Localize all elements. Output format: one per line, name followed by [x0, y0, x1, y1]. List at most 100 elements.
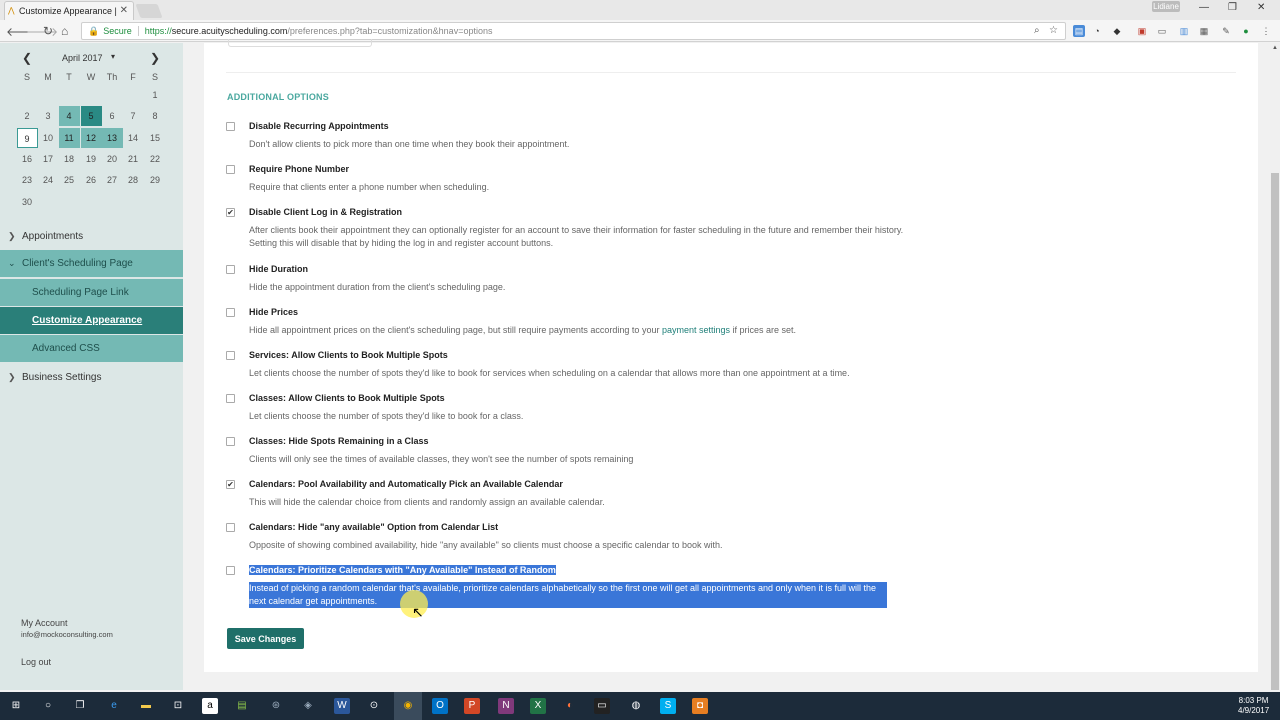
network-app-icon[interactable]: ⊛ — [268, 698, 284, 714]
calendar-day[interactable]: 10 — [38, 128, 59, 148]
calendar-day[interactable]: 25 — [59, 170, 80, 190]
calendar-day[interactable]: 16 — [17, 149, 38, 169]
zoom-icon[interactable]: ⌕ — [1034, 25, 1040, 36]
calendar-day[interactable]: 8 — [145, 106, 166, 126]
next-month-icon[interactable]: ❯ — [150, 51, 160, 65]
calendar-day[interactable]: 15 — [145, 128, 166, 148]
task-view-icon[interactable]: ❐ — [72, 698, 88, 714]
app-icon[interactable]: ◍ — [628, 698, 644, 714]
store-icon[interactable]: ⊡ — [170, 698, 186, 714]
option-checkbox[interactable] — [226, 523, 235, 532]
pen-extension-icon[interactable]: ✎ — [1220, 25, 1232, 37]
cast-icon[interactable]: ▭ — [1156, 25, 1168, 37]
calendar-day[interactable]: 21 — [123, 149, 144, 169]
calendar-day[interactable]: 23 — [17, 170, 38, 190]
search-icon[interactable]: ○ — [40, 698, 56, 714]
option-checkbox[interactable] — [226, 308, 235, 317]
option-checkbox[interactable] — [226, 351, 235, 360]
skype-icon[interactable]: S — [660, 698, 676, 714]
calendar-day[interactable]: 18 — [59, 149, 80, 169]
calendar-day[interactable]: 29 — [145, 170, 166, 190]
calendar-day[interactable]: 26 — [81, 170, 102, 190]
new-tab-button[interactable] — [135, 4, 163, 18]
option-checkbox[interactable] — [226, 165, 235, 174]
tab-close-icon[interactable]: ✕ — [120, 5, 128, 16]
calendar-day[interactable]: 7 — [123, 106, 144, 126]
minimize-icon[interactable]: — — [1199, 2, 1209, 13]
excel-icon[interactable]: X — [530, 698, 546, 714]
calendar-day[interactable]: 19 — [81, 149, 102, 169]
save-changes-button[interactable]: Save Changes — [227, 628, 304, 649]
calendar-day[interactable]: 27 — [102, 170, 123, 190]
calendar-day[interactable]: 6 — [102, 106, 123, 126]
glasses-extension-icon[interactable]: ◔ — [1091, 25, 1103, 37]
onenote-icon[interactable]: N — [498, 698, 514, 714]
notepad-icon[interactable]: ▤ — [234, 698, 250, 714]
window-close-icon[interactable]: ✕ — [1257, 2, 1265, 13]
option-checkbox[interactable] — [226, 437, 235, 446]
app-icon[interactable]: ◈ — [300, 698, 316, 714]
option-checkbox[interactable] — [226, 265, 235, 274]
calendar-day[interactable]: 30 — [17, 192, 38, 212]
calendar-day[interactable]: 28 — [123, 170, 144, 190]
calendar-day[interactable]: 1 — [145, 85, 166, 105]
option-checkbox-checked[interactable]: ✔ — [226, 480, 235, 489]
prev-month-icon[interactable]: ❮ — [22, 51, 32, 65]
scroll-up-icon[interactable]: ▲ — [1272, 45, 1278, 51]
keepass-icon[interactable]: ⊙ — [366, 698, 382, 714]
reload-icon[interactable]: ↻ — [43, 24, 53, 38]
nav-business-settings[interactable]: ❯ Business Settings — [0, 364, 183, 390]
edge-icon[interactable]: e — [106, 698, 122, 714]
calendar-day[interactable]: 14 — [123, 128, 144, 148]
terminal-icon[interactable]: ▭ — [594, 698, 610, 714]
grammarly-extension-icon[interactable]: ● — [1240, 25, 1252, 37]
home-icon[interactable]: ⌂ — [61, 24, 68, 38]
my-account-link[interactable]: My Account — [21, 618, 68, 628]
evernote-extension-icon[interactable]: ◆ — [1111, 25, 1123, 37]
calendar-day[interactable]: 24 — [38, 170, 59, 190]
file-explorer-icon[interactable]: ▬ — [138, 698, 154, 714]
nav-customize-appearance[interactable]: Customize Appearance — [0, 307, 183, 334]
option-checkbox[interactable] — [226, 122, 235, 131]
outlook-icon[interactable]: O — [432, 698, 448, 714]
bookmark-star-icon[interactable]: ☆ — [1049, 25, 1058, 36]
scrollbar-thumb[interactable] — [1271, 173, 1279, 690]
nav-clients-scheduling-page[interactable]: ⌄ Client's Scheduling Page — [0, 250, 183, 277]
nav-advanced-css[interactable]: Advanced CSS — [0, 335, 183, 362]
calendar-day[interactable]: 12 — [80, 127, 102, 148]
system-clock[interactable]: 8:03 PM 4/9/2017 — [1238, 696, 1269, 716]
app-icon[interactable]: ◘ — [692, 698, 708, 714]
profile-badge[interactable]: Lidiane — [1152, 1, 1180, 12]
calendar-day[interactable]: 17 — [38, 149, 59, 169]
nav-appointments[interactable]: ❯ Appointments — [0, 223, 183, 249]
powerpoint-icon[interactable]: P — [464, 698, 480, 714]
restore-icon[interactable]: ❐ — [1228, 2, 1237, 13]
chrome-icon[interactable]: ◉ — [400, 698, 416, 714]
calendar-day[interactable]: 13 — [101, 127, 123, 148]
calendar-day[interactable]: 2 — [17, 106, 38, 126]
calendar-day[interactable]: 20 — [102, 149, 123, 169]
calendar-day[interactable]: 3 — [38, 106, 59, 126]
windows-start-icon[interactable]: ⊞ — [8, 698, 24, 714]
docs-extension-icon[interactable]: ▥ — [1178, 25, 1190, 37]
firefox-icon[interactable]: ◐ — [562, 698, 578, 714]
option-checkbox[interactable] — [226, 566, 235, 575]
menu-icon[interactable]: ⋮ — [1260, 25, 1272, 37]
page-scrollbar[interactable]: ▲ — [1270, 43, 1280, 690]
nav-scheduling-page-link[interactable]: Scheduling Page Link — [0, 279, 183, 306]
option-checkbox-checked[interactable]: ✔ — [226, 208, 235, 217]
amazon-icon[interactable]: a — [202, 698, 218, 714]
option-checkbox[interactable] — [226, 394, 235, 403]
logout-link[interactable]: Log out — [21, 657, 51, 667]
word-icon[interactable]: W — [334, 698, 350, 714]
extension-icon[interactable]: ▦ — [1198, 25, 1210, 37]
screencast-extension-icon[interactable]: ▣ — [1136, 25, 1148, 37]
calendar-day[interactable]: 22 — [145, 149, 166, 169]
calendar-month-label[interactable]: April 2017 — [62, 53, 103, 63]
browser-tab[interactable]: ⋀ Customize Appearance | ✕ — [4, 1, 134, 20]
calendar-day[interactable]: 4 — [58, 106, 80, 127]
month-dropdown-icon[interactable]: ▾ — [111, 52, 115, 61]
calendar-day[interactable]: 9 — [16, 127, 38, 148]
payment-settings-link[interactable]: payment settings — [662, 325, 730, 335]
extension-icon[interactable]: ▤ — [1073, 25, 1085, 37]
